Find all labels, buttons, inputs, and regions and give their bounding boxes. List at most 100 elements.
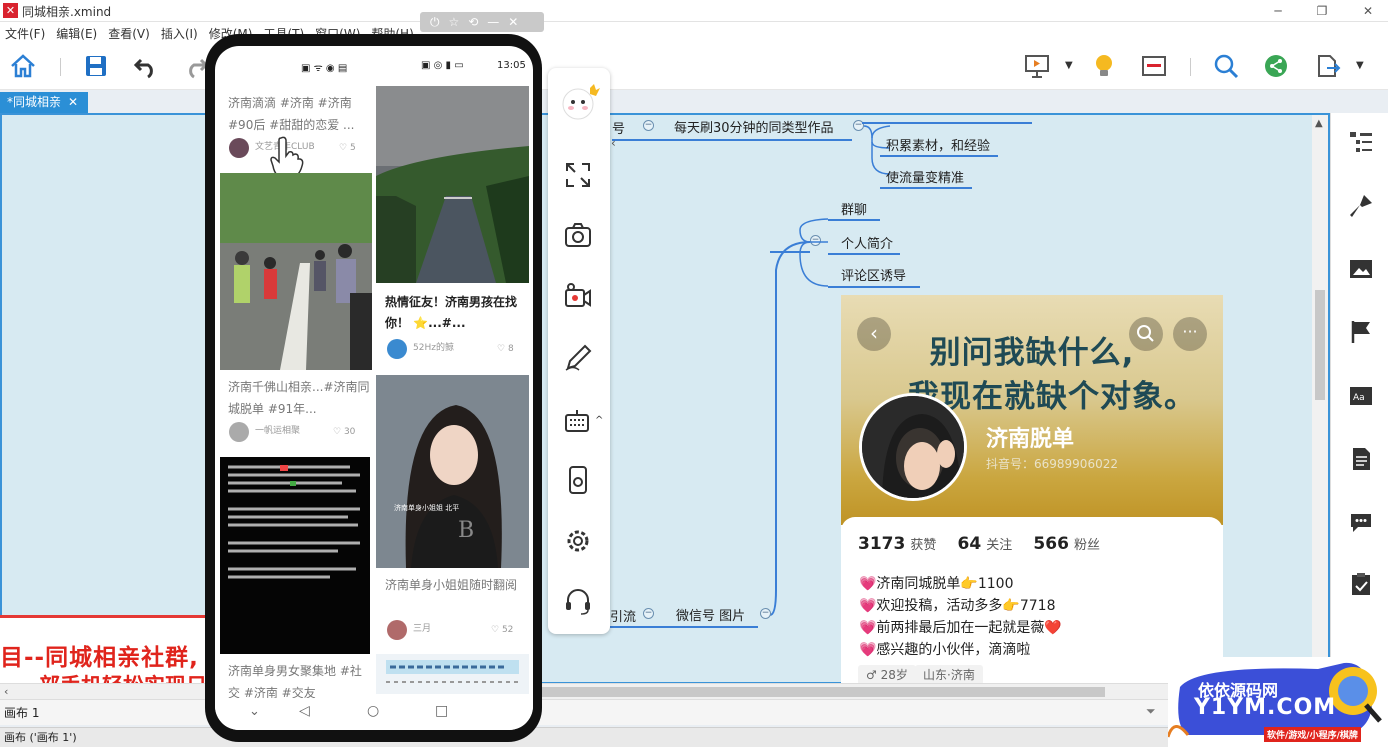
river-photo[interactable]	[376, 86, 529, 283]
scroll-thumb[interactable]	[540, 687, 1105, 697]
close-window-button[interactable]: ✕	[1358, 2, 1378, 20]
topic-partial[interactable]: 引流	[610, 606, 636, 625]
profile-account: 抖音号：66989906022	[986, 457, 1118, 471]
text-style-icon[interactable]: Aa	[1348, 383, 1374, 409]
phone-mirror-icon[interactable]	[563, 465, 593, 495]
flag-icon[interactable]	[1348, 319, 1374, 345]
record-icon[interactable]	[563, 281, 593, 311]
task-icon[interactable]	[1348, 571, 1374, 597]
text-post-image[interactable]	[220, 457, 370, 654]
outline-tree-icon[interactable]	[1348, 129, 1374, 155]
follow-label: 关注	[986, 538, 1013, 553]
status-text: 画布 ('画布 1')	[4, 731, 77, 744]
recents-nav-icon[interactable]: □	[435, 703, 448, 719]
menu-edit[interactable]: 编辑(E)	[51, 22, 103, 42]
topic-child[interactable]: 评论区诱导	[841, 265, 906, 284]
card-text[interactable]: 济南千佛山相亲...#济南同城脱单 #91年...	[228, 376, 370, 420]
share-icon[interactable]	[1262, 52, 1290, 80]
menu-view[interactable]: 查看(V)	[103, 22, 156, 42]
export-dropdown-icon[interactable]: ▼	[1356, 60, 1364, 71]
tag-age: ♂ 28岁	[858, 665, 916, 685]
collapse-arrow-icon[interactable]: ‹	[611, 136, 616, 150]
notes-icon[interactable]	[1348, 446, 1374, 472]
settings-gear-icon[interactable]	[563, 526, 593, 556]
mirror-window-controls[interactable]: ⏻☆⟲—✕	[420, 12, 544, 32]
topic-child[interactable]: 个人简介	[841, 233, 893, 252]
fans-label: 粉丝	[1074, 538, 1101, 553]
scroll-up-icon[interactable]: ▲	[1315, 118, 1323, 129]
card-author: 三月	[413, 624, 432, 634]
menu-insert[interactable]: 插入(I)	[156, 22, 204, 42]
svg-text:Aa: Aa	[1353, 393, 1365, 403]
vertical-scrollbar[interactable]: ▲	[1312, 115, 1328, 685]
outline-icon[interactable]	[1140, 52, 1168, 80]
crowd-photo[interactable]	[220, 173, 372, 370]
card-likes: ♡ 5	[339, 143, 356, 153]
lightbulb-icon[interactable]	[1090, 52, 1118, 80]
scroll-left-icon[interactable]: ‹	[4, 685, 8, 698]
bunny-mascot-icon[interactable]	[560, 82, 600, 122]
presentation-icon[interactable]	[1023, 52, 1051, 80]
undo-icon[interactable]	[132, 52, 160, 80]
keyboard-icon[interactable]	[563, 406, 593, 436]
collapse-nav-icon[interactable]: ⌄	[249, 704, 260, 719]
keyboard-caret-icon[interactable]: ^	[595, 415, 603, 426]
card-title[interactable]: 热情征友！济南男孩在找你！ ⭐...#...	[385, 292, 525, 334]
collapse-icon[interactable]: −	[643, 608, 654, 619]
poster-image[interactable]	[376, 654, 529, 694]
topic-child[interactable]: 积累素材，和经验	[886, 135, 990, 154]
likes-value: 30	[343, 427, 356, 437]
export-icon[interactable]	[1314, 52, 1342, 80]
minimize-button[interactable]: ─	[1268, 2, 1288, 20]
sheet-tab[interactable]: 画布 1	[4, 704, 39, 721]
topic-child[interactable]: 使流量变精准	[886, 167, 964, 186]
camera-icon[interactable]	[563, 220, 593, 250]
window-title: 同城相亲.xmind	[22, 5, 112, 19]
likes-count: 3173	[858, 534, 906, 554]
search-icon[interactable]	[1212, 52, 1240, 80]
phone-screen[interactable]: ▣ ᯤ ◉ ▤ ▣ ◎ ▮ ▭ 13:05 济南滴滴 #济南 #济南 #90后 …	[215, 46, 533, 730]
tab-close-icon[interactable]: ✕	[68, 92, 78, 112]
bio-line: 💗欢迎投稿，活动多多👉7718	[859, 598, 1056, 614]
screencast-toolbar: ‹ ^	[548, 68, 616, 634]
horizontal-scrollbar[interactable]: ‹	[0, 683, 1168, 699]
save-icon[interactable]	[82, 52, 110, 80]
collapse-icon[interactable]: −	[760, 608, 771, 619]
watermark-line-2: Y1YM.COM	[1194, 695, 1337, 720]
girl-photo[interactable]: B 济南单身小姐姐 北平	[376, 375, 529, 568]
scroll-thumb[interactable]	[1315, 290, 1325, 400]
headset-icon[interactable]	[563, 586, 593, 616]
bio-line: 💗前两排最后加在一起就是薇❤️	[859, 620, 1062, 636]
tab-document[interactable]: *同城相亲 ✕	[0, 92, 88, 113]
topic-branch3[interactable]: 微信号 图片	[676, 605, 745, 624]
likes-value: 52	[501, 625, 514, 635]
phone-time: 13:05	[497, 60, 526, 71]
status-icons: ▣ ᯤ ◉ ▤	[301, 63, 348, 74]
topic-child[interactable]: 群聊	[841, 199, 867, 218]
format-brush-icon[interactable]	[1348, 193, 1374, 219]
photo-caption: 济南单身小姐姐 北平	[394, 504, 460, 512]
card-likes: ♡ 8	[497, 344, 514, 354]
card-text[interactable]: 济南滴滴 #济南 #济南 #90后 #甜甜的恋爱 ...	[228, 92, 370, 136]
topic-branch1[interactable]: 每天刷30分钟的同类型作品	[674, 117, 834, 136]
home-icon[interactable]	[9, 52, 37, 80]
dropdown-arrow-icon[interactable]: ▼	[1065, 60, 1073, 71]
pen-icon[interactable]	[563, 343, 593, 373]
phone-nav-bar: ⌄ ◁ ○ □	[215, 698, 533, 730]
fullscreen-icon[interactable]	[563, 160, 593, 190]
card-likes: ♡ 52	[491, 625, 514, 635]
maximize-button[interactable]: ❐	[1312, 2, 1332, 20]
follow-count: 64	[957, 534, 982, 554]
filter-icon[interactable]: ⏷	[1146, 704, 1156, 719]
avatar	[387, 620, 407, 640]
card-text[interactable]: 济南单身小姐姐随时翻阅	[385, 574, 525, 596]
watermark-line-3: 软件/游戏/小程序/棋牌	[1264, 727, 1361, 742]
fans-count: 566	[1033, 534, 1069, 554]
collapse-icon[interactable]: −	[643, 120, 654, 131]
back-nav-icon[interactable]: ◁	[299, 703, 310, 719]
home-nav-icon[interactable]: ○	[367, 703, 379, 719]
topic-partial[interactable]: 号	[612, 118, 625, 137]
menu-file[interactable]: 文件(F)	[0, 22, 51, 42]
comment-icon[interactable]	[1348, 509, 1374, 535]
image-icon[interactable]	[1348, 256, 1374, 282]
